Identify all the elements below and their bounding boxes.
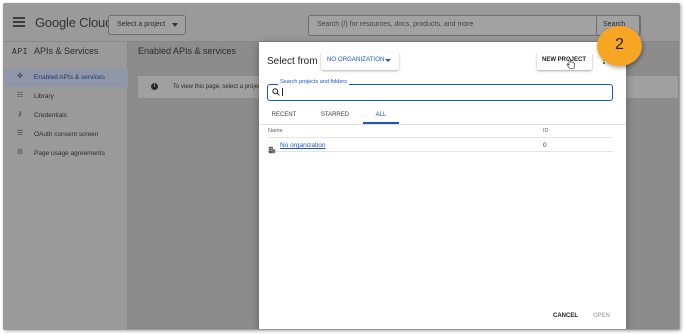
sidebar-item-label: OAuth consent screen xyxy=(34,131,99,138)
column-header-name: Name xyxy=(268,128,283,134)
step-number: 2 xyxy=(615,36,624,53)
cancel-button[interactable]: CANCEL xyxy=(553,313,578,319)
text-cursor xyxy=(282,88,283,96)
sidebar-item-page-usage[interactable]: ⚙ Page usage agreements xyxy=(4,145,128,163)
column-header-id: ID xyxy=(543,128,549,134)
library-icon: ☷ xyxy=(16,92,24,99)
step-callout-badge: 2 xyxy=(597,26,642,66)
sidebar-item-oauth-consent[interactable]: ☰ OAuth consent screen xyxy=(4,126,128,144)
select-project-button[interactable]: Select a project xyxy=(108,15,186,35)
caret-down-icon xyxy=(385,59,391,62)
google-cloud-logo[interactable]: Google Cloud xyxy=(35,15,112,30)
sidebar: API APIs & Services ✥ Enabled APIs & serv… xyxy=(4,42,128,329)
organization-building-icon xyxy=(268,141,276,154)
global-search-placeholder: Search (/) for resources, docs, products… xyxy=(317,21,474,28)
table-row[interactable]: No organization 0 xyxy=(267,138,613,154)
sidebar-item-library[interactable]: ☷ Library xyxy=(4,88,128,106)
search-icon xyxy=(272,88,280,98)
project-search-field[interactable]: Search projects and folders xyxy=(267,79,613,101)
settings-icon: ⚙ xyxy=(16,149,24,156)
info-icon: i xyxy=(151,83,158,90)
hamburger-menu-icon[interactable] xyxy=(13,17,25,27)
sidebar-item-label: Page usage agreements xyxy=(34,150,105,157)
top-bar: Google Cloud Select a project Search (/)… xyxy=(4,4,679,42)
diamond-icon: ✥ xyxy=(17,73,23,80)
api-logo-icon: API xyxy=(12,47,28,56)
new-project-button[interactable]: NEW PROJECT xyxy=(537,52,592,70)
select-project-label: Select a project xyxy=(117,21,166,28)
open-button[interactable]: OPEN xyxy=(593,313,610,319)
sidebar-item-enabled-apis[interactable]: ✥ Enabled APIs & services xyxy=(4,69,128,87)
global-search-input[interactable]: Search (/) for resources, docs, products… xyxy=(308,15,641,36)
sidebar-item-label: Enabled APIs & services xyxy=(34,74,105,81)
sidebar-item-credentials[interactable]: ⚷ Credentials xyxy=(4,107,128,125)
hand-cursor-icon xyxy=(566,57,576,69)
screenshot-frame: Google Cloud Select a project Search (/)… xyxy=(3,3,680,330)
dialog-title: Select from xyxy=(267,56,318,67)
page-title: Enabled APIs & services xyxy=(138,46,237,56)
caret-down-icon xyxy=(172,23,178,27)
sidebar-item-label: Credentials xyxy=(34,112,67,119)
organization-select-value: NO ORGANIZATION xyxy=(327,57,385,63)
info-text: To view this page, select a project. xyxy=(173,84,265,90)
key-icon: ⚷ xyxy=(17,111,23,118)
project-search-label: Search projects and folders xyxy=(278,79,349,85)
organization-select[interactable]: NO ORGANIZATION xyxy=(321,52,399,70)
tab-recent[interactable]: RECENT xyxy=(269,108,299,124)
row-name-link[interactable]: No organization xyxy=(280,142,326,149)
tab-starred[interactable]: STARRED xyxy=(316,108,354,124)
consent-icon: ☰ xyxy=(16,130,24,137)
tab-all[interactable]: ALL xyxy=(363,108,399,124)
row-id: 0 xyxy=(543,142,547,149)
sidebar-item-label: Library xyxy=(34,93,54,100)
sidebar-title: API APIs & Services xyxy=(12,46,98,56)
tabs-divider xyxy=(259,124,626,125)
select-project-dialog: Select from NO ORGANIZATION NEW PROJECT … xyxy=(259,42,626,329)
sidebar-title-label: APIs & Services xyxy=(33,46,99,56)
